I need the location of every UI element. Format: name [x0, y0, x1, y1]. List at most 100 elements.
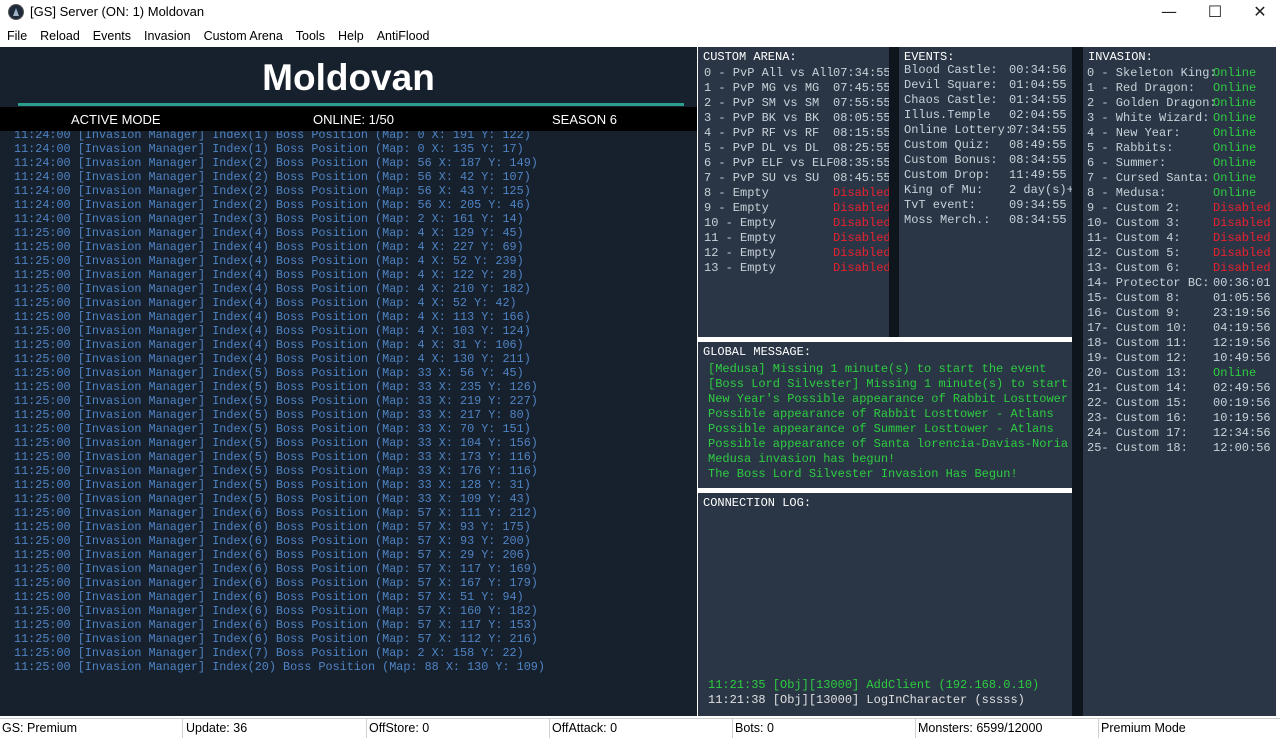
event-row-name: Custom Bonus: [904, 153, 998, 167]
connection-log-line: 11:21:38 [Obj][13000] LogInCharacter (ss… [708, 693, 1025, 707]
invasion-row-name: 22- Custom 15: [1087, 396, 1188, 410]
maximize-button[interactable]: ☐ [1192, 0, 1238, 26]
arena-row-status: 07:45:55 [833, 81, 889, 95]
log-line: 11:25:00 [Invasion Manager] Index(4) Bos… [14, 282, 531, 296]
invasion-row-status: Disabled [1213, 246, 1271, 260]
log-line: 11:24:00 [Invasion Manager] Index(3) Bos… [14, 212, 524, 226]
invasion-row-status: 00:19:56 [1213, 396, 1271, 410]
invasion-title: INVASION: [1088, 50, 1153, 64]
log-line: 11:25:00 [Invasion Manager] Index(20) Bo… [14, 660, 545, 674]
invasion-row-status: Online [1213, 171, 1257, 185]
log-line: 11:25:00 [Invasion Manager] Index(6) Bos… [14, 520, 531, 534]
invasion-row-status: Online [1213, 111, 1257, 125]
log-line: 11:25:00 [Invasion Manager] Index(6) Bos… [14, 590, 524, 604]
global-message-line: Possible appearance of Santa lorencia-Da… [708, 437, 1069, 451]
event-row-status: 2 day(s)+ [1009, 183, 1072, 197]
arena-row-name: 12 - Empty [704, 246, 777, 260]
arena-row-status: 07:34:55 [833, 66, 889, 80]
event-row-status: 00:34:56 [1009, 63, 1067, 77]
arena-row-name: 0 - PvP All vs All [704, 66, 834, 80]
invasion-row-status: 02:49:56 [1213, 381, 1271, 395]
log-line: 11:25:00 [Invasion Manager] Index(5) Bos… [14, 422, 531, 436]
invasion-row-status: Disabled [1213, 201, 1271, 215]
arena-row-name: 5 - PvP DL vs DL [704, 141, 820, 155]
invasion-row-status: Online [1213, 96, 1257, 110]
log-line: 11:25:00 [Invasion Manager] Index(6) Bos… [14, 506, 538, 520]
global-message-line: Possible appearance of Rabbit Losttower … [708, 407, 1054, 421]
accent-divider [18, 103, 684, 106]
invasion-row-status: 12:34:56 [1213, 426, 1271, 440]
invasion-row-name: 10- Custom 3: [1087, 216, 1181, 230]
server-log[interactable]: 11:24:00 [Invasion Manager] Index(1) Bos… [0, 131, 697, 716]
arena-row-status: Disabled [833, 216, 889, 230]
menu-file[interactable]: File [0, 26, 33, 46]
arena-row-status: 08:05:55 [833, 111, 889, 125]
log-line: 11:25:00 [Invasion Manager] Index(5) Bos… [14, 380, 538, 394]
log-line: 11:25:00 [Invasion Manager] Index(4) Bos… [14, 226, 524, 240]
season-label: SEASON 6 [552, 112, 618, 127]
connection-log-line: 11:21:35 [Obj][13000] AddClient (192.168… [708, 678, 1040, 692]
log-line: 11:25:00 [Invasion Manager] Index(4) Bos… [14, 240, 524, 254]
arena-row-status: Disabled [833, 186, 889, 200]
menu-help[interactable]: Help [331, 26, 370, 46]
custom-arena-title: CUSTOM ARENA: [703, 50, 797, 64]
invasion-row-status: 12:19:56 [1213, 336, 1271, 350]
invasion-row-name: 9 - Custom 2: [1087, 201, 1181, 215]
status-bar: GS: Premium Update: 36 OffStore: 0 OffAt… [0, 718, 1280, 738]
event-row-status: 08:34:55 [1009, 213, 1067, 227]
event-row-name: Chaos Castle: [904, 93, 998, 107]
log-line: 11:25:00 [Invasion Manager] Index(6) Bos… [14, 548, 531, 562]
arena-row-name: 8 - Empty [704, 186, 769, 200]
status-offattack: OffAttack: 0 [550, 719, 733, 738]
arena-row-name: 9 - Empty [704, 201, 769, 215]
log-line: 11:25:00 [Invasion Manager] Index(4) Bos… [14, 310, 531, 324]
invasion-row-status: Disabled [1213, 261, 1271, 275]
menu-custom-arena[interactable]: Custom Arena [197, 26, 289, 46]
event-row-name: Custom Drop: [904, 168, 991, 182]
global-message-line: [Boss Lord Silvester] Missing 1 minute(s… [708, 377, 1069, 391]
event-row-status: 09:34:55 [1009, 198, 1067, 212]
menu-reload[interactable]: Reload [33, 26, 86, 46]
event-row-status: 11:49:55 [1009, 168, 1067, 182]
status-bots: Bots: 0 [733, 719, 916, 738]
minimize-button[interactable]: — [1146, 0, 1192, 26]
log-line: 11:25:00 [Invasion Manager] Index(4) Bos… [14, 352, 531, 366]
arena-row-status: 07:55:55 [833, 96, 889, 110]
close-button[interactable]: ✕ [1237, 0, 1280, 26]
global-message-line: [Medusa] Missing 1 minute(s) to start th… [708, 362, 1047, 376]
menu-events[interactable]: Events [86, 26, 137, 46]
log-line: 11:24:00 [Invasion Manager] Index(1) Bos… [14, 142, 524, 156]
menu-tools[interactable]: Tools [289, 26, 331, 46]
invasion-row-name: 20- Custom 13: [1087, 366, 1188, 380]
log-line: 11:25:00 [Invasion Manager] Index(6) Bos… [14, 604, 538, 618]
invasion-row-status: Online [1213, 156, 1257, 170]
menu-invasion[interactable]: Invasion [137, 26, 197, 46]
arena-row-status: 08:35:55 [833, 156, 889, 170]
log-line: 11:25:00 [Invasion Manager] Index(5) Bos… [14, 464, 538, 478]
online-count: ONLINE: 1/50 [313, 112, 394, 127]
invasion-row-name: 7 - Cursed Santa: [1087, 171, 1210, 185]
event-row-status: 01:34:55 [1009, 93, 1067, 107]
invasion-row-name: 18- Custom 11: [1087, 336, 1188, 350]
invasion-row-status: 00:36:01 [1213, 276, 1271, 290]
invasion-row-name: 4 - New Year: [1087, 126, 1181, 140]
server-name-heading: Moldovan [262, 57, 435, 98]
invasion-row-name: 24- Custom 17: [1087, 426, 1188, 440]
log-line: 11:25:00 [Invasion Manager] Index(7) Bos… [14, 646, 524, 660]
invasion-row-name: 13- Custom 6: [1087, 261, 1181, 275]
event-row-name: Devil Square: [904, 78, 998, 92]
log-line: 11:24:00 [Invasion Manager] Index(2) Bos… [14, 170, 531, 184]
status-offstore: OffStore: 0 [367, 719, 550, 738]
global-message-line: The Boss Lord Silvester Invasion Has Beg… [708, 467, 1018, 481]
invasion-row-status: Disabled [1213, 216, 1271, 230]
event-row-name: King of Mu: [904, 183, 984, 197]
log-line: 11:25:00 [Invasion Manager] Index(6) Bos… [14, 618, 538, 632]
invasion-row-status: 04:19:56 [1213, 321, 1271, 335]
invasion-row-name: 21- Custom 14: [1087, 381, 1188, 395]
log-line: 11:25:00 [Invasion Manager] Index(5) Bos… [14, 492, 531, 506]
invasion-row-status: Online [1213, 81, 1257, 95]
invasion-row-status: Online [1213, 66, 1257, 80]
menu-antiflood[interactable]: AntiFlood [370, 26, 436, 46]
event-row-name: Blood Castle: [904, 63, 998, 77]
arena-row-status: Disabled [833, 261, 889, 275]
